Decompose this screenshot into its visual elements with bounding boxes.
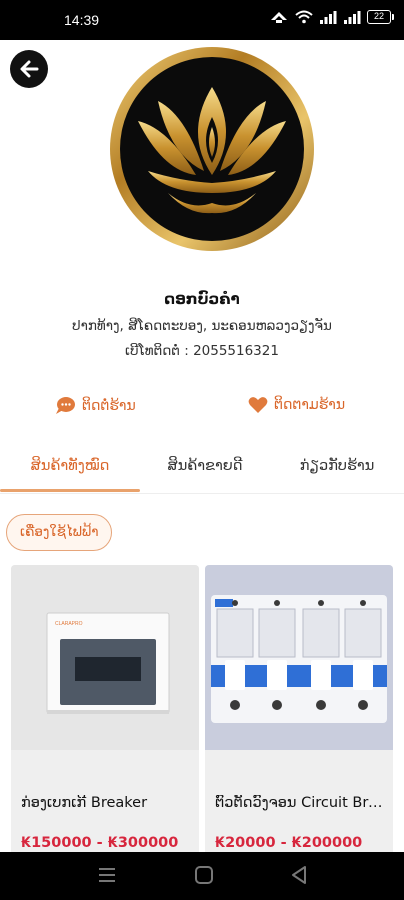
menu-lines-icon: [99, 868, 115, 882]
status-time: 14:39: [64, 12, 100, 28]
shop-address: ປາກທ້າງ, ສີໂຄດຕະບອງ, ນະຄອນຫລວງວຽງຈັນ: [72, 318, 332, 334]
follow-shop-button[interactable]: ຕິດຕາມຮ້ານ: [248, 396, 345, 414]
home-button[interactable]: [194, 865, 214, 889]
product-price: ₭20000 - ₭200000: [215, 835, 363, 851]
app-notification-icon: [271, 12, 287, 23]
category-chip[interactable]: ເຄື່ອງໃຊ້ໄຟຟ້າ: [6, 514, 113, 551]
active-tab-indicator: [0, 489, 140, 492]
tab-about-shop[interactable]: ກ່ຽວກັບຮ້ານ: [270, 440, 404, 492]
recent-apps-button[interactable]: [98, 865, 116, 889]
battery-icon: 22: [367, 10, 394, 24]
product-image-circuit-breaker: [205, 565, 393, 750]
back-triangle-icon: [292, 866, 306, 884]
shop-logo: [110, 47, 314, 251]
product-image-breaker-box: CLARAPRO: [11, 565, 199, 750]
product-name: ຕົວຕັດວົງຈອນ Circuit Breaker: [215, 795, 387, 811]
product-name: ກ່ອງເບກເກີ Breaker: [21, 795, 148, 811]
home-square-icon: [195, 866, 213, 884]
chat-icon: [56, 397, 75, 414]
signal-icon-2: [344, 11, 361, 24]
shop-phone[interactable]: ເບີໂທຕິດຕໍ່ : 2055516321: [0, 343, 404, 359]
wifi-icon: [295, 10, 313, 24]
heart-icon: [248, 397, 268, 413]
battery-level: 22: [367, 10, 391, 24]
tab-bar: ສິນຄ້າທັງໝົດ ສິນຄ້າຂາຍດີ ກ່ຽວກັບຮ້ານ: [0, 440, 404, 494]
contact-shop-label: ຕິດຕໍ່ຮ້ານ: [82, 398, 136, 414]
svg-text:CLARAPRO: CLARAPRO: [55, 621, 83, 627]
shop-name: ດອກບົວຄຳ: [164, 290, 240, 308]
follow-shop-label: ຕິດຕາມຮ້ານ: [274, 397, 346, 413]
product-card[interactable]: ຕົວຕັດວົງຈອນ Circuit Breaker ₭20000 - ₭2…: [205, 565, 393, 865]
contact-shop-button[interactable]: ຕິດຕໍ່ຮ້ານ: [54, 396, 136, 416]
product-price: ₭150000 - ₭300000: [21, 835, 179, 851]
back-button[interactable]: [10, 50, 48, 88]
system-navigation-bar: [0, 852, 404, 900]
product-card[interactable]: CLARAPRO ກ່ອງເບກເກີ Breaker ₭150000 - ₭3…: [11, 565, 199, 865]
back-nav-button[interactable]: [290, 865, 308, 889]
status-icons: 22: [269, 10, 394, 24]
arrow-left-icon: [20, 60, 39, 78]
signal-icon: [320, 11, 337, 24]
status-bar: 14:39 22: [0, 0, 404, 40]
tab-all-products[interactable]: ສິນຄ້າທັງໝົດ: [0, 440, 140, 492]
tab-best-sellers[interactable]: ສິນຄ້າຂາຍດີ: [140, 440, 270, 492]
